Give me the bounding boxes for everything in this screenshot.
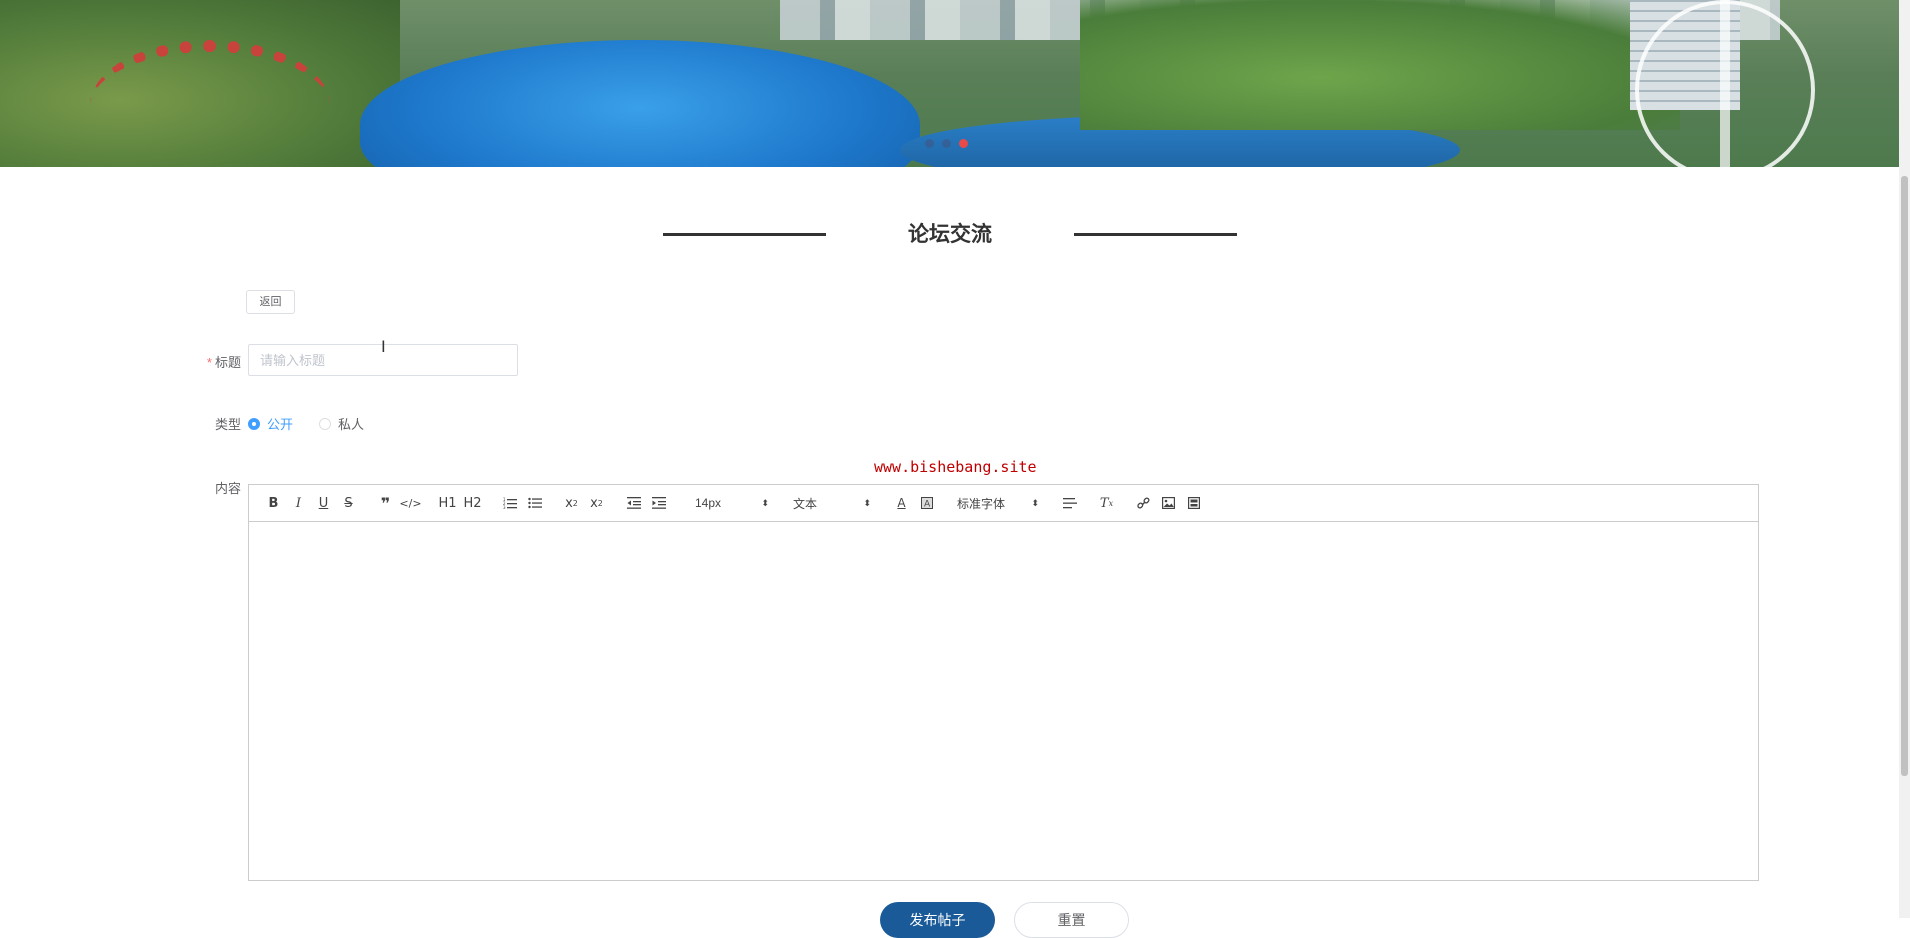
radio-unchecked-icon	[319, 417, 332, 430]
required-mark: *	[206, 355, 212, 370]
carousel-dot[interactable]	[942, 139, 951, 148]
banner-flowers	[90, 40, 330, 167]
submit-post-button[interactable]: 发布帖子	[880, 902, 995, 938]
select-arrows-icon: ⬍	[863, 497, 871, 508]
block-format-select[interactable]: 文本 ⬍	[789, 491, 875, 515]
text-cursor-icon: I	[381, 337, 386, 356]
code-block-icon[interactable]: </>	[398, 491, 423, 515]
section-header: 论坛交流	[663, 216, 1237, 250]
hero-banner	[0, 0, 1899, 167]
type-label: 类型	[214, 417, 241, 432]
watermark-url: www.bishebang.site	[874, 458, 1037, 476]
title-label: 标题	[214, 355, 241, 370]
font-color-icon[interactable]: A	[889, 491, 914, 515]
radio-public[interactable]: 公开	[248, 414, 293, 433]
font-family-value: 标准字体	[957, 496, 1006, 511]
reset-button[interactable]: 重置	[1014, 902, 1129, 938]
svg-text:3: 3	[503, 505, 506, 509]
carousel-indicators	[925, 139, 968, 148]
title-divider-left	[663, 233, 826, 236]
radio-private-label: 私人	[338, 417, 365, 432]
font-size-select[interactable]: 14px ⬍	[691, 491, 773, 515]
carousel-dot[interactable]	[925, 139, 934, 148]
align-left-icon[interactable]	[1057, 491, 1082, 515]
clear-format-icon[interactable]: Tx	[1094, 491, 1119, 515]
blockquote-icon[interactable]: ❞	[373, 491, 398, 515]
header-1-icon[interactable]: H1	[435, 491, 460, 515]
radio-public-label: 公开	[267, 417, 294, 432]
rich-text-editor: B I U S ❞ </> H1 H2 123 x2 x2 14px ⬍ 文本 …	[248, 484, 1759, 881]
content-label: 内容	[214, 481, 241, 496]
underline-icon[interactable]: U	[311, 491, 336, 515]
banner-ferris-wheel-hub	[1720, 0, 1730, 167]
italic-icon[interactable]: I	[286, 491, 311, 515]
banner-gardens	[1080, 0, 1680, 130]
header-2-icon[interactable]: H2	[460, 491, 485, 515]
editor-content-area[interactable]	[249, 522, 1758, 880]
image-icon[interactable]	[1156, 491, 1181, 515]
svg-text:A: A	[924, 500, 931, 510]
title-label-wrap: * 标题	[200, 352, 241, 371]
header-2-text: H2	[463, 495, 482, 511]
font-size-value: 14px	[695, 496, 722, 510]
banner-lake	[360, 40, 920, 167]
ordered-list-icon[interactable]: 123	[497, 491, 522, 515]
back-button[interactable]: 返回	[246, 290, 295, 314]
editor-toolbar: B I U S ❞ </> H1 H2 123 x2 x2 14px ⬍ 文本 …	[249, 485, 1758, 522]
background-color-icon[interactable]: A	[914, 491, 939, 515]
superscript-icon[interactable]: x2	[584, 491, 609, 515]
indent-icon[interactable]	[646, 491, 671, 515]
subscript-icon[interactable]: x2	[559, 491, 584, 515]
link-icon[interactable]	[1131, 491, 1156, 515]
outdent-icon[interactable]	[621, 491, 646, 515]
select-arrows-icon: ⬍	[761, 497, 769, 508]
select-arrows-icon: ⬍	[1031, 497, 1039, 508]
radio-private[interactable]: 私人	[319, 414, 364, 433]
page-scrollbar-thumb[interactable]	[1901, 176, 1908, 776]
header-1-text: H1	[438, 495, 457, 511]
title-divider-right	[1074, 233, 1237, 236]
video-icon[interactable]	[1181, 491, 1206, 515]
bold-icon[interactable]: B	[261, 491, 286, 515]
strikethrough-icon[interactable]: S	[336, 491, 361, 515]
radio-checked-icon	[248, 417, 260, 430]
type-radio-group: 公开 私人	[248, 414, 364, 433]
page-title: 论坛交流	[908, 223, 992, 246]
font-family-select[interactable]: 标准字体 ⬍	[953, 491, 1043, 515]
bullet-list-icon[interactable]	[522, 491, 547, 515]
carousel-dot-active[interactable]	[959, 139, 968, 148]
block-format-value: 文本	[793, 496, 818, 511]
